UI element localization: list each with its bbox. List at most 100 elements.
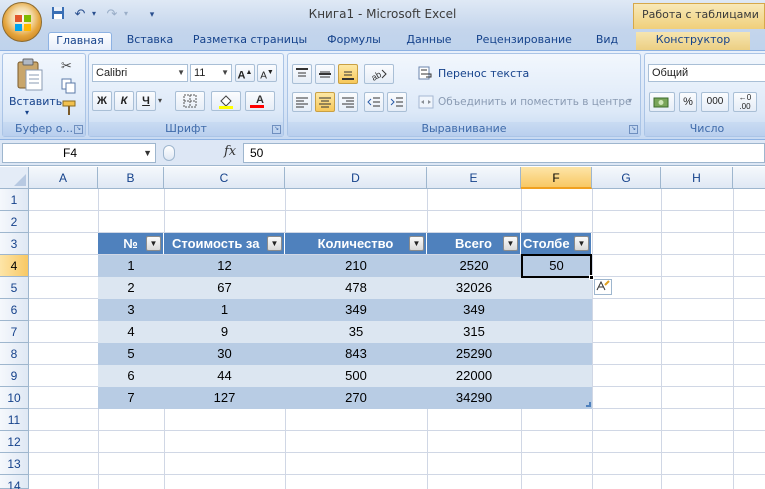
underline-dropdown-icon[interactable]: ▾: [158, 96, 162, 105]
table-cell[interactable]: [521, 343, 592, 365]
tab-page-layout[interactable]: Разметка страницы: [188, 32, 312, 50]
filter-dropdown-icon[interactable]: ▼: [267, 236, 282, 251]
table-cell[interactable]: 210: [285, 255, 427, 277]
table-cell[interactable]: 1: [164, 299, 285, 321]
table-cell[interactable]: 34290: [427, 387, 521, 409]
table-cell[interactable]: 35: [285, 321, 427, 343]
table-cell[interactable]: 2: [98, 277, 164, 299]
table-cell[interactable]: [521, 321, 592, 343]
row-header-5[interactable]: 5: [0, 277, 29, 299]
font-color-button[interactable]: A: [245, 91, 275, 111]
thousands-separator-button[interactable]: 000: [701, 92, 729, 112]
tab-formulas[interactable]: Формулы: [318, 32, 390, 50]
align-left-button[interactable]: [292, 92, 312, 112]
table-cell[interactable]: 32026: [427, 277, 521, 299]
table-cell[interactable]: 843: [285, 343, 427, 365]
filter-dropdown-icon[interactable]: ▼: [503, 236, 518, 251]
tab-design[interactable]: Конструктор: [636, 32, 750, 50]
table-cell[interactable]: [521, 365, 592, 387]
table-cell[interactable]: 7: [98, 387, 164, 409]
filter-dropdown-icon[interactable]: ▼: [409, 236, 424, 251]
table-cell[interactable]: 478: [285, 277, 427, 299]
table-cell[interactable]: [521, 277, 592, 299]
tab-view[interactable]: Вид: [588, 32, 626, 50]
align-middle-button[interactable]: [315, 64, 335, 84]
table-cell[interactable]: 44: [164, 365, 285, 387]
number-format-select[interactable]: Общий: [648, 64, 765, 82]
tab-insert[interactable]: Вставка: [120, 32, 180, 50]
column-header-c[interactable]: C: [164, 167, 285, 189]
align-right-button[interactable]: [338, 92, 358, 112]
row-header-1[interactable]: 1: [0, 189, 29, 211]
column-header-h[interactable]: H: [661, 167, 733, 189]
row-header-9[interactable]: 9: [0, 365, 29, 387]
column-header-next[interactable]: [733, 167, 765, 189]
table-header-cell[interactable]: № ▼: [98, 233, 164, 254]
formula-bar-resize-handle[interactable]: [163, 145, 175, 161]
autocorrect-options-icon[interactable]: [594, 279, 612, 295]
table-cell[interactable]: 30: [164, 343, 285, 365]
table-header-cell[interactable]: Столбе ▼: [521, 233, 592, 254]
column-header-b[interactable]: B: [98, 167, 164, 189]
column-header-a[interactable]: A: [29, 167, 98, 189]
increase-decimal-button[interactable]: ←0.00: [733, 92, 757, 112]
row-header-11[interactable]: 11: [0, 409, 29, 431]
row-header-3[interactable]: 3: [0, 233, 29, 255]
italic-button[interactable]: К: [114, 91, 134, 111]
format-painter-icon[interactable]: [61, 100, 77, 116]
merge-center-icon[interactable]: [418, 95, 434, 109]
align-center-button[interactable]: [315, 92, 335, 112]
table-cell[interactable]: 12: [164, 255, 285, 277]
formula-input[interactable]: 50: [243, 143, 765, 163]
fill-color-button[interactable]: [211, 91, 241, 111]
filter-dropdown-icon[interactable]: ▼: [574, 236, 589, 251]
table-header-cell[interactable]: Количество ▼: [285, 233, 427, 254]
column-header-d[interactable]: D: [285, 167, 427, 189]
align-top-button[interactable]: [292, 64, 312, 84]
clipboard-launcher-icon[interactable]: ↘: [74, 125, 83, 134]
table-cell[interactable]: 6: [98, 365, 164, 387]
table-cell[interactable]: 25290: [427, 343, 521, 365]
tab-home[interactable]: Главная: [48, 32, 112, 50]
table-cell[interactable]: [521, 299, 592, 321]
table-cell[interactable]: 9: [164, 321, 285, 343]
tab-review[interactable]: Рецензирование: [468, 32, 580, 50]
row-header-12[interactable]: 12: [0, 431, 29, 453]
column-header-g[interactable]: G: [592, 167, 661, 189]
table-cell[interactable]: 315: [427, 321, 521, 343]
filter-dropdown-icon[interactable]: ▼: [146, 236, 161, 251]
font-launcher-icon[interactable]: ↘: [272, 125, 281, 134]
tab-data[interactable]: Данные: [398, 32, 460, 50]
row-header-7[interactable]: 7: [0, 321, 29, 343]
table-header-cell[interactable]: Стоимость за ▼: [164, 233, 285, 254]
merge-center-button[interactable]: Объединить и поместить в центре: [438, 96, 631, 108]
row-header-14[interactable]: 14: [0, 475, 29, 489]
table-cell[interactable]: 22000: [427, 365, 521, 387]
paste-button-label[interactable]: Вставить: [9, 95, 62, 108]
cut-icon[interactable]: ✂: [61, 58, 77, 74]
column-header-e[interactable]: E: [427, 167, 521, 189]
decrease-indent-button[interactable]: [364, 92, 384, 112]
table-header-cell[interactable]: Всего ▼: [427, 233, 521, 254]
table-cell[interactable]: 349: [427, 299, 521, 321]
table-cell[interactable]: 5: [98, 343, 164, 365]
grow-font-button[interactable]: A▲: [235, 64, 255, 82]
table-cell[interactable]: 67: [164, 277, 285, 299]
paste-dropdown-icon[interactable]: ▾: [25, 108, 29, 117]
borders-button[interactable]: [175, 91, 205, 111]
bold-button[interactable]: Ж: [92, 91, 112, 111]
row-header-8[interactable]: 8: [0, 343, 29, 365]
table-cell[interactable]: [521, 387, 592, 409]
table-cell[interactable]: 1: [98, 255, 164, 277]
merge-dropdown-icon[interactable]: ▾: [628, 96, 632, 105]
align-bottom-button[interactable]: [338, 64, 358, 84]
increase-indent-button[interactable]: [387, 92, 407, 112]
percent-button[interactable]: %: [679, 92, 697, 112]
font-name-select[interactable]: Calibri ▼: [92, 64, 188, 82]
row-header-4[interactable]: 4: [0, 255, 29, 277]
column-header-f[interactable]: F: [521, 167, 592, 189]
select-all-corner[interactable]: [0, 167, 29, 189]
name-box[interactable]: F4 ▼: [2, 143, 156, 163]
shrink-font-button[interactable]: A▼: [257, 64, 277, 82]
office-button[interactable]: [2, 2, 42, 42]
